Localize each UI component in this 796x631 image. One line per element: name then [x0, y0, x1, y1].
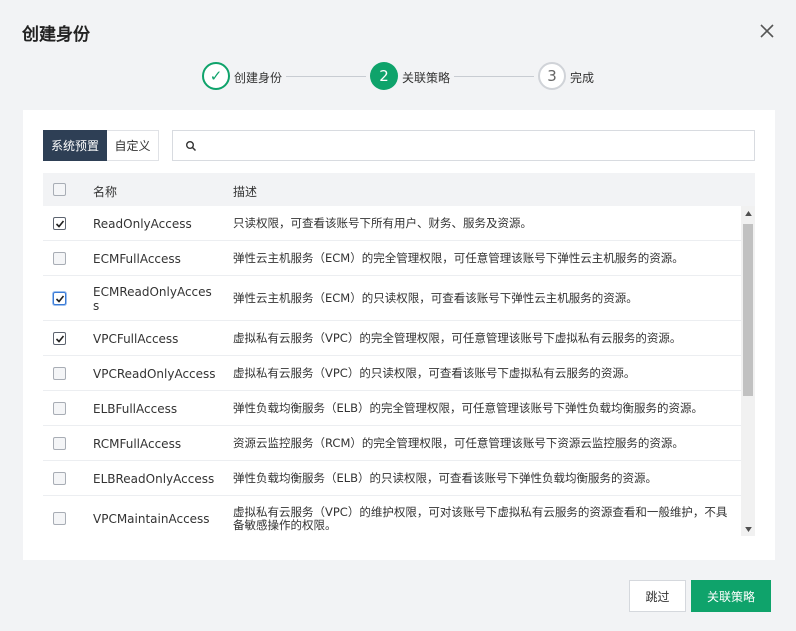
- select-all-checkbox[interactable]: [53, 183, 66, 196]
- close-icon: [760, 24, 774, 38]
- row-name: ECMReadOnlyAccess: [93, 285, 212, 313]
- tab-custom[interactable]: 自定义: [107, 130, 159, 161]
- row-desc: 弹性云主机服务（ECM）的只读权限，可查看该账号下弹性云主机服务的资源。: [233, 291, 638, 305]
- table-header: 名称 描述: [43, 173, 755, 206]
- row-checkbox[interactable]: [53, 512, 66, 525]
- row-name: ECMFullAccess: [93, 252, 181, 266]
- row-desc: 虚拟私有云服务（VPC）的维护权限，可对该账号下虚拟私有云服务的资源查看和一般维…: [233, 505, 728, 532]
- step-connector: [286, 76, 366, 77]
- step-2-marker: 2: [370, 62, 398, 90]
- caret-down-icon: [744, 526, 752, 532]
- table-row[interactable]: ECMReadOnlyAccess 弹性云主机服务（ECM）的只读权限，可查看该…: [43, 276, 741, 321]
- row-desc: 资源云监控服务（RCM）的完全管理权限，可任意管理该账号下资源云监控服务的资源。: [233, 436, 684, 450]
- row-name: ELBReadOnlyAccess: [93, 472, 215, 486]
- row-name: ReadOnlyAccess: [93, 217, 192, 231]
- row-checkbox[interactable]: [53, 217, 66, 230]
- page-title: 创建身份: [22, 25, 90, 45]
- search-box[interactable]: [172, 130, 755, 161]
- row-desc: 弹性负载均衡服务（ELB）的只读权限，可查看该账号下弹性负载均衡服务的资源。: [233, 471, 658, 485]
- row-desc: 虚拟私有云服务（VPC）的只读权限，可查看该账号下虚拟私有云服务的资源。: [233, 366, 636, 380]
- step-2-label: 关联策略: [402, 71, 451, 85]
- step-1-label: 创建身份: [234, 71, 283, 85]
- policy-card: 系统预置 自定义 名称 描述 ReadOnlyAccess 只读权限，可查看该账…: [23, 110, 775, 560]
- row-desc: 弹性负载均衡服务（ELB）的完全管理权限，可任意管理该账号下弹性负载均衡服务的资…: [233, 401, 704, 415]
- table-body: ReadOnlyAccess 只读权限，可查看该账号下所有用户、财务、服务及资源…: [43, 206, 755, 536]
- row-checkbox[interactable]: [53, 292, 66, 305]
- attach-policy-button[interactable]: 关联策略: [691, 580, 771, 612]
- row-name: VPCFullAccess: [93, 332, 179, 346]
- step-3-marker: 3: [538, 62, 566, 90]
- row-desc: 虚拟私有云服务（VPC）的完全管理权限，可任意管理该账号下虚拟私有云服务的资源。: [233, 331, 682, 345]
- table-row[interactable]: ECMFullAccess 弹性云主机服务（ECM）的完全管理权限，可任意管理该…: [43, 241, 741, 276]
- step-3-label: 完成: [570, 71, 595, 85]
- row-checkbox[interactable]: [53, 437, 66, 450]
- step-connector: [454, 76, 534, 77]
- row-name: RCMFullAccess: [93, 437, 182, 451]
- table-row[interactable]: RCMFullAccess 资源云监控服务（RCM）的完全管理权限，可任意管理该…: [43, 426, 741, 461]
- row-name: VPCReadOnlyAccess: [93, 367, 216, 381]
- row-checkbox[interactable]: [53, 252, 66, 265]
- column-header-desc: 描述: [233, 185, 258, 199]
- close-button[interactable]: [756, 20, 778, 42]
- scroll-up-button[interactable]: [741, 206, 755, 220]
- row-checkbox[interactable]: [53, 332, 66, 345]
- table-row[interactable]: ELBFullAccess 弹性负载均衡服务（ELB）的完全管理权限，可任意管理…: [43, 391, 741, 426]
- row-name: VPCMaintainAccess: [93, 512, 210, 526]
- row-name: ELBFullAccess: [93, 402, 178, 416]
- table-row[interactable]: VPCMaintainAccess 虚拟私有云服务（VPC）的维护权限，可对该账…: [43, 496, 741, 536]
- column-header-name: 名称: [93, 185, 118, 199]
- row-desc: 弹性云主机服务（ECM）的完全管理权限，可任意管理该账号下弹性云主机服务的资源。: [233, 251, 684, 265]
- scrollbar[interactable]: [741, 206, 755, 536]
- caret-up-icon: [744, 210, 752, 216]
- step-1-marker: ✓: [202, 62, 230, 90]
- row-checkbox[interactable]: [53, 402, 66, 415]
- table-row[interactable]: ELBReadOnlyAccess 弹性负载均衡服务（ELB）的只读权限，可查看…: [43, 461, 741, 496]
- scroll-down-button[interactable]: [741, 522, 755, 536]
- scrollbar-thumb[interactable]: [743, 224, 753, 396]
- row-checkbox[interactable]: [53, 472, 66, 485]
- row-desc: 只读权限，可查看该账号下所有用户、财务、服务及资源。: [233, 216, 532, 230]
- search-icon: [186, 141, 197, 152]
- table-row[interactable]: VPCReadOnlyAccess 虚拟私有云服务（VPC）的只读权限，可查看该…: [43, 356, 741, 391]
- row-checkbox[interactable]: [53, 367, 66, 380]
- tab-system-preset[interactable]: 系统预置: [43, 130, 107, 161]
- table-row[interactable]: ReadOnlyAccess 只读权限，可查看该账号下所有用户、财务、服务及资源…: [43, 206, 741, 241]
- table-row[interactable]: VPCFullAccess 虚拟私有云服务（VPC）的完全管理权限，可任意管理该…: [43, 321, 741, 356]
- skip-button[interactable]: 跳过: [629, 580, 686, 612]
- search-input[interactable]: [203, 136, 743, 156]
